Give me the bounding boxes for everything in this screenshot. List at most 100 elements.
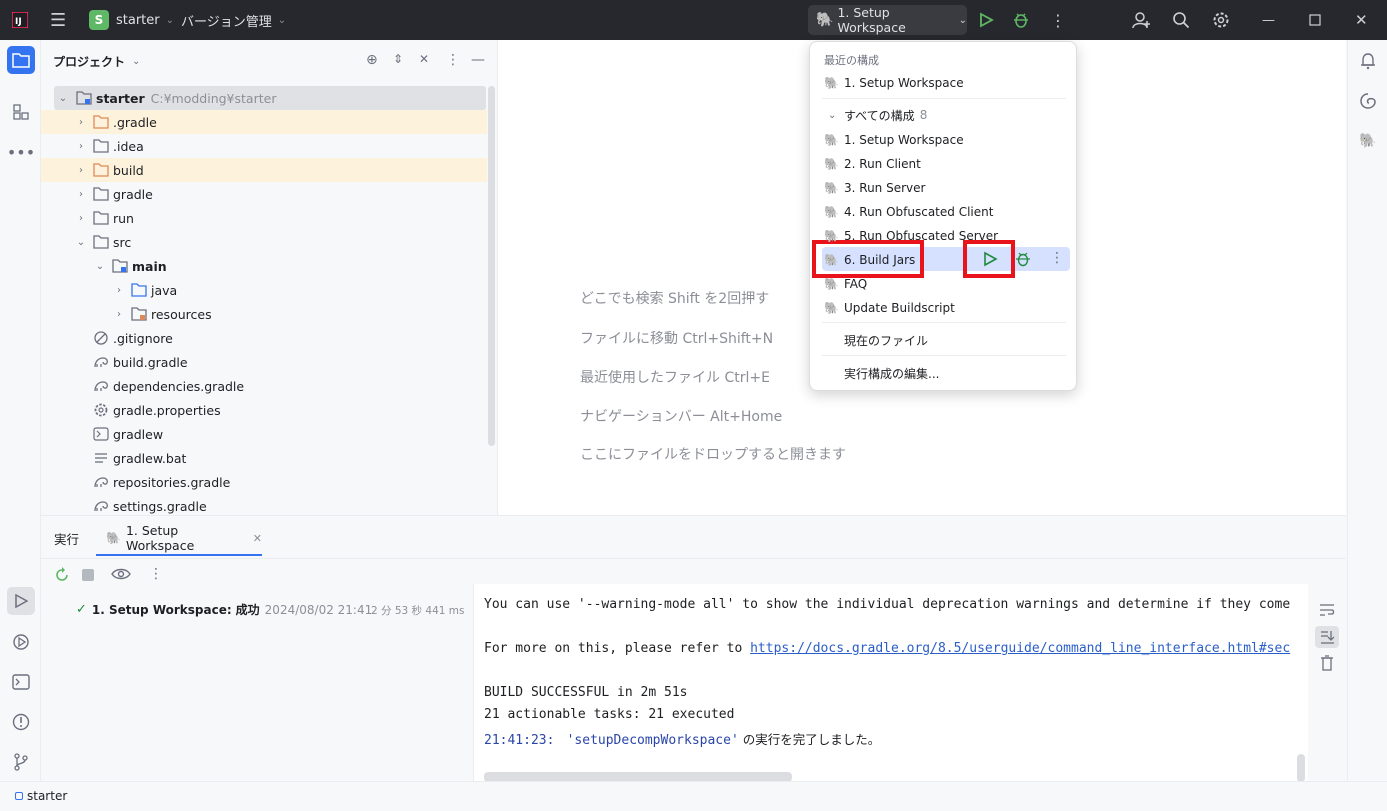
project-scrollbar[interactable] bbox=[488, 86, 495, 446]
minimize-icon[interactable]: — bbox=[1262, 0, 1275, 40]
locate-file-icon[interactable]: ⊕ bbox=[366, 52, 378, 68]
gradle-file-icon bbox=[93, 379, 109, 393]
tree-item[interactable]: build.gradle bbox=[41, 350, 487, 374]
tree-item[interactable]: › resources bbox=[41, 302, 487, 326]
problems-tool-icon[interactable] bbox=[7, 708, 35, 736]
tree-item[interactable]: repositories.gradle bbox=[41, 470, 487, 494]
config-item[interactable]: 🐘 3. Run Server bbox=[824, 176, 1070, 200]
hide-panel-icon[interactable]: — bbox=[471, 52, 485, 68]
tree-item[interactable]: dependencies.gradle bbox=[41, 374, 487, 398]
tree-item[interactable]: gradle.properties bbox=[41, 398, 487, 422]
chevron-right-icon[interactable]: › bbox=[74, 213, 88, 224]
config-item[interactable]: 🐘 5. Run Obfuscated Server bbox=[824, 224, 1070, 248]
config-item[interactable]: 🐘 Update Buildscript bbox=[824, 296, 1070, 320]
gradle-docs-link[interactable]: https://docs.gradle.org/8.5/userguide/co… bbox=[750, 641, 1290, 656]
soft-wrap-icon[interactable] bbox=[1319, 603, 1335, 620]
tree-item[interactable]: ⌄ main bbox=[41, 254, 487, 278]
config-item[interactable]: 🐘 1. Setup Workspace bbox=[824, 128, 1070, 152]
settings-gear-icon[interactable] bbox=[1212, 0, 1230, 40]
tree-item[interactable]: › .gradle bbox=[41, 110, 487, 134]
structure-tool-icon[interactable] bbox=[7, 98, 35, 126]
gradle-tool-icon[interactable]: 🐘 bbox=[1354, 127, 1382, 155]
tab-run[interactable]: 実行 bbox=[54, 529, 79, 548]
tab-setup-workspace[interactable]: 🐘 1. Setup Workspace ✕ bbox=[96, 522, 262, 556]
module-folder-icon bbox=[76, 91, 92, 105]
vcs-menu[interactable]: バージョン管理 ⌄ bbox=[181, 0, 286, 40]
tree-item[interactable]: gradlew.bat bbox=[41, 446, 487, 470]
tree-item[interactable]: › run bbox=[41, 206, 487, 230]
more-actions-icon[interactable]: ⋮ bbox=[1050, 0, 1066, 40]
chevron-right-icon[interactable]: › bbox=[112, 309, 126, 320]
project-panel-header[interactable]: プロジェクト ⌄ bbox=[53, 53, 140, 70]
rerun-icon[interactable] bbox=[54, 567, 70, 586]
folder-icon bbox=[93, 211, 109, 225]
tree-item-label: dependencies.gradle bbox=[113, 378, 245, 394]
stop-icon[interactable] bbox=[82, 569, 94, 581]
ai-assistant-icon[interactable] bbox=[1354, 87, 1382, 115]
notifications-bell-icon[interactable] bbox=[1354, 47, 1382, 75]
tree-item[interactable]: › build bbox=[41, 158, 487, 182]
edit-configurations-item[interactable]: 実行構成の編集... bbox=[824, 361, 1070, 385]
search-icon[interactable] bbox=[1172, 0, 1190, 40]
maximize-icon[interactable] bbox=[1309, 0, 1321, 40]
chevron-right-icon[interactable]: › bbox=[74, 189, 88, 200]
all-configs-header[interactable]: ⌄ すべての構成 8 bbox=[824, 103, 1070, 127]
expand-all-icon[interactable]: ⇕ bbox=[393, 52, 403, 66]
terminal-tool-icon[interactable] bbox=[7, 668, 35, 696]
status-project-name[interactable]: starter bbox=[27, 789, 67, 803]
config-item[interactable]: 🐘 2. Run Client bbox=[824, 152, 1070, 176]
git-tool-icon[interactable] bbox=[7, 748, 35, 776]
scroll-to-end-icon[interactable] bbox=[1315, 626, 1339, 648]
config-item[interactable]: 🐘 6. Build Jars bbox=[824, 248, 1070, 272]
chevron-right-icon[interactable]: › bbox=[74, 141, 88, 152]
config-item[interactable]: 🐘 FAQ bbox=[824, 272, 1070, 296]
more-options-icon[interactable]: ⋮ bbox=[446, 52, 460, 68]
services-tool-icon[interactable] bbox=[7, 628, 35, 656]
more-options-icon[interactable]: ⋮ bbox=[149, 566, 163, 582]
collapse-all-icon[interactable]: ✕ bbox=[419, 52, 429, 66]
run-config-selector[interactable]: 🐘 1. Setup Workspace ⌄ bbox=[808, 5, 967, 35]
run-tool-icon[interactable] bbox=[7, 587, 35, 615]
tree-item[interactable]: › java bbox=[41, 278, 487, 302]
chevron-down-icon[interactable]: ⌄ bbox=[93, 261, 107, 272]
tree-item[interactable]: gradlew bbox=[41, 422, 487, 446]
config-item[interactable]: 🐘 4. Run Obfuscated Client bbox=[824, 200, 1070, 224]
close-tab-icon[interactable]: ✕ bbox=[253, 532, 262, 545]
chevron-right-icon[interactable]: › bbox=[74, 117, 88, 128]
project-switcher[interactable]: S starter ⌄ bbox=[89, 0, 174, 40]
run-tree-item[interactable]: ✓ 1. Setup Workspace: 成功 2024/08/02 21:4… bbox=[76, 601, 372, 618]
run-button[interactable] bbox=[978, 0, 994, 40]
tree-item[interactable]: › .idea bbox=[41, 134, 487, 158]
root-name: starter bbox=[96, 90, 145, 106]
add-user-icon[interactable] bbox=[1132, 0, 1152, 40]
run-config-play-icon[interactable] bbox=[982, 251, 998, 270]
chevron-right-icon[interactable]: › bbox=[74, 165, 88, 176]
close-icon[interactable]: ✕ bbox=[1355, 0, 1368, 40]
console-output[interactable]: You can use '--warning-mode all' to show… bbox=[473, 584, 1308, 782]
debug-button[interactable] bbox=[1012, 0, 1030, 40]
console-v-scrollbar[interactable] bbox=[1297, 754, 1305, 782]
tree-item-label: repositories.gradle bbox=[113, 474, 231, 490]
tree-item[interactable]: › gradle bbox=[41, 182, 487, 206]
tree-root-row[interactable]: ⌄ starter C:¥modding¥starter bbox=[54, 86, 486, 110]
project-tool-icon[interactable] bbox=[7, 46, 35, 74]
current-file-item[interactable]: 現在のファイル bbox=[824, 328, 1070, 352]
tree-item[interactable]: ⌄ src bbox=[41, 230, 487, 254]
recent-config-item[interactable]: 🐘 1. Setup Workspace bbox=[824, 71, 1070, 95]
config-more-icon[interactable]: ⋮ bbox=[1050, 250, 1064, 266]
debug-config-icon[interactable] bbox=[1015, 250, 1031, 271]
console-finished-text: の実行を完了しました。 bbox=[738, 732, 881, 747]
chevron-down-icon: ⌄ bbox=[958, 14, 967, 26]
more-tools-icon[interactable]: ••• bbox=[7, 138, 35, 166]
chevron-down-icon[interactable]: ⌄ bbox=[74, 237, 88, 248]
tree-item[interactable]: .gitignore bbox=[41, 326, 487, 350]
gradle-file-icon bbox=[93, 355, 109, 369]
intellij-logo-icon[interactable]: IJ bbox=[12, 0, 28, 40]
main-menu-icon[interactable]: ☰ bbox=[50, 0, 66, 40]
gradle-elephant-icon: 🐘 bbox=[824, 133, 839, 147]
view-options-eye-icon[interactable] bbox=[111, 567, 131, 584]
clear-console-trash-icon[interactable] bbox=[1320, 655, 1334, 674]
left-tool-strip: ••• bbox=[0, 40, 41, 781]
chevron-right-icon[interactable]: › bbox=[112, 285, 126, 296]
divider bbox=[822, 98, 1066, 99]
